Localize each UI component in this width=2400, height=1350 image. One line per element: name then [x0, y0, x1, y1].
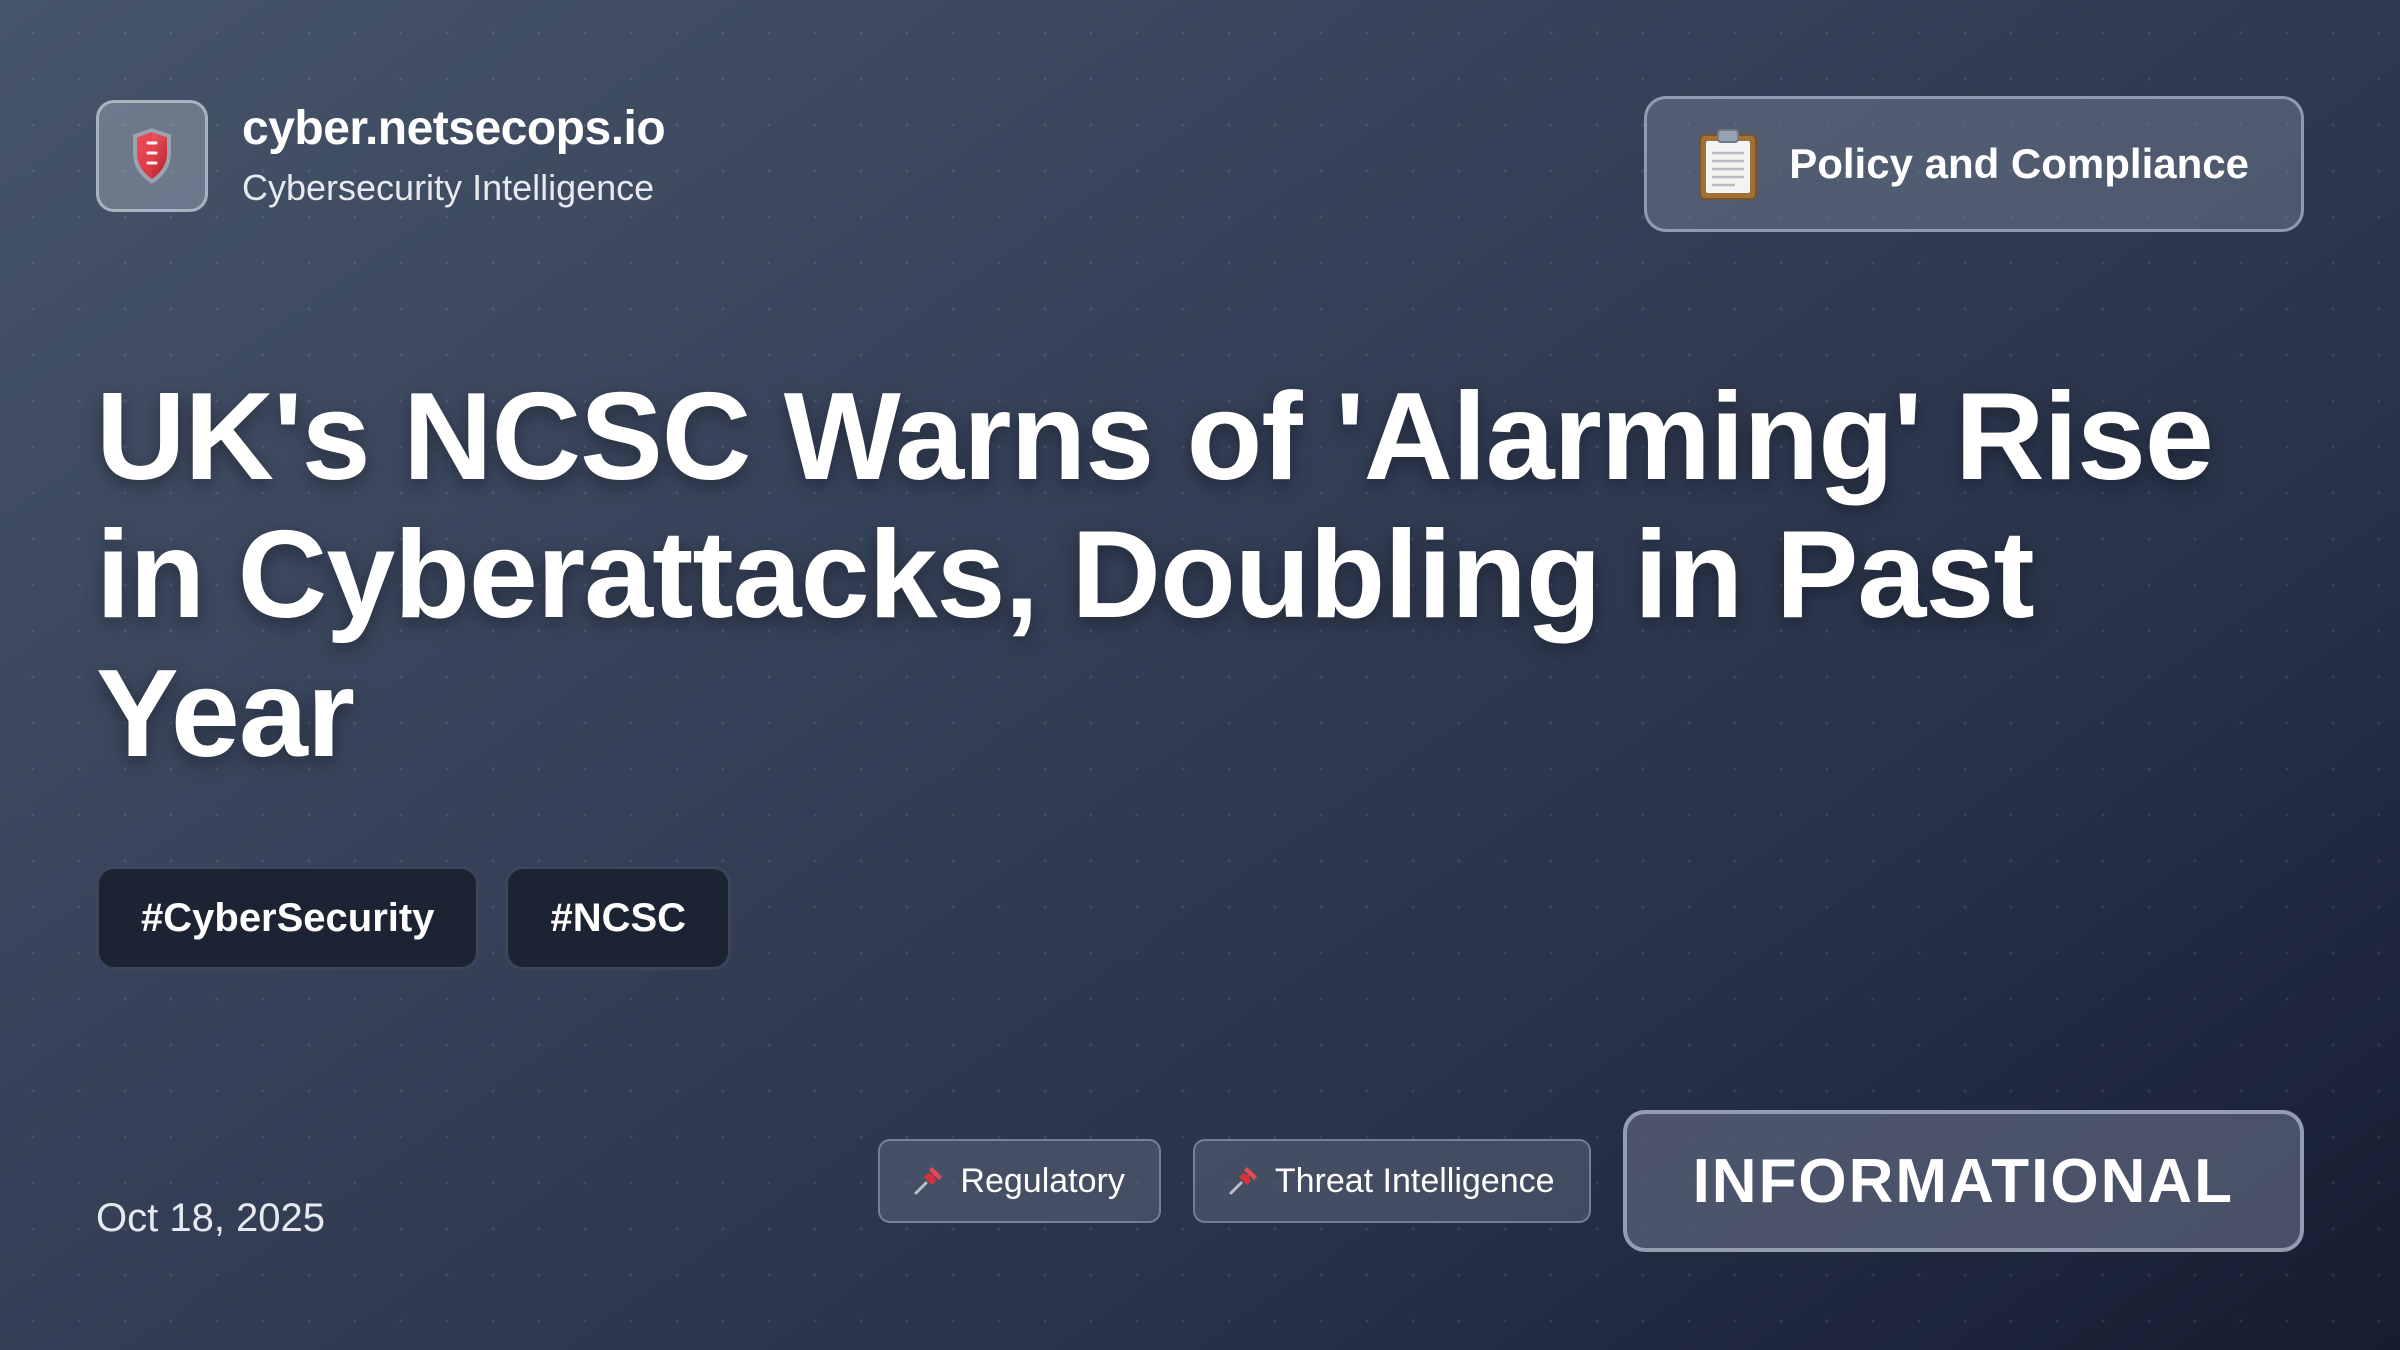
brand-header: cyber.netsecops.io Cybersecurity Intelli… [96, 100, 666, 212]
publish-date: Oct 18, 2025 [96, 1196, 326, 1240]
topic-chip-label: Threat Intelligence [1274, 1161, 1555, 1200]
topic-chip-threat-intelligence[interactable]: Threat Intelligence [1192, 1139, 1591, 1223]
pushpin-icon [1229, 1167, 1257, 1195]
footer-badges: Regulatory Threat Intelligence INFORMATI… [878, 1110, 2304, 1252]
category-badge: Policy and Compliance [1644, 96, 2304, 232]
hashtag-ncsc[interactable]: #NCSC [505, 866, 732, 970]
pushpin-icon [914, 1167, 943, 1195]
topic-chip-regulatory[interactable]: Regulatory [878, 1139, 1161, 1223]
severity-badge: INFORMATIONAL [1622, 1110, 2304, 1252]
shield-icon [131, 125, 173, 187]
clipboard-icon [1699, 129, 1758, 200]
hashtag-cybersecurity[interactable]: #CyberSecurity [96, 866, 480, 970]
brand-logo [96, 100, 208, 212]
topic-chip-label: Regulatory [960, 1161, 1125, 1200]
brand-domain: cyber.netsecops.io [242, 102, 666, 155]
headline-line-3: Year [96, 644, 355, 783]
category-label: Policy and Compliance [1789, 140, 2249, 187]
hashtag-list: #CyberSecurity #NCSC [96, 866, 757, 970]
brand-tagline: Cybersecurity Intelligence [242, 166, 655, 208]
article-headline: UK's NCSC Warns of 'Alarming' Rise in Cy… [96, 368, 2336, 783]
headline-line-1: UK's NCSC Warns of 'Alarming' Rise [96, 368, 2214, 506]
headline-line-2: in Cyberattacks, Doubling in Past [96, 506, 2035, 645]
